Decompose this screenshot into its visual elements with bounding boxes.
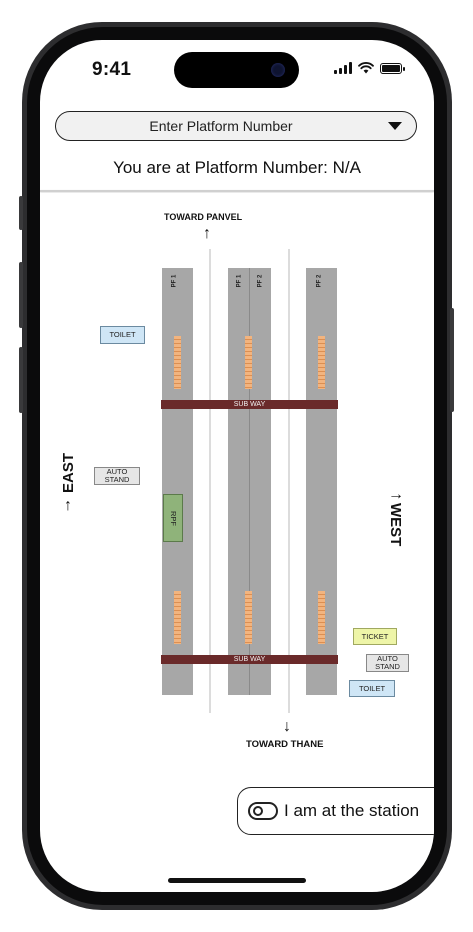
action-button	[19, 196, 23, 230]
volume-up-button	[19, 262, 23, 328]
platform-label: PF 1	[171, 274, 178, 288]
chevron-down-icon[interactable]	[388, 122, 402, 130]
staircase	[174, 591, 181, 644]
down-arrow-icon: ↓	[283, 718, 291, 735]
power-button	[450, 308, 454, 412]
toilet-west: TOILET	[349, 680, 395, 697]
platform-number-select[interactable]: Enter Platform Number	[55, 111, 417, 141]
status-icons	[334, 62, 405, 74]
signal-icon	[334, 62, 352, 74]
platform-select-placeholder: Enter Platform Number	[149, 118, 293, 134]
dynamic-island	[174, 52, 299, 88]
south-direction-label: TOWARD THANE	[246, 739, 324, 750]
platform-label: PF 2	[316, 274, 323, 288]
status-time: 9:41	[92, 59, 132, 80]
home-indicator[interactable]	[168, 878, 306, 883]
battery-icon	[380, 63, 405, 74]
staircase	[245, 591, 252, 644]
ticket-counter: TICKET	[353, 628, 397, 645]
toggle-knob	[253, 806, 263, 816]
subway-south: SUB WAY	[161, 655, 338, 664]
volume-down-button	[19, 347, 23, 413]
toggle-icon[interactable]	[248, 802, 278, 820]
staircase	[318, 591, 325, 644]
up-arrow-icon: ↑	[203, 225, 211, 242]
track-line	[209, 249, 211, 713]
track-line	[288, 249, 290, 713]
west-arrow-icon: →	[388, 486, 404, 503]
camera-icon	[271, 63, 285, 77]
at-station-toggle[interactable]: I am at the station	[237, 787, 434, 835]
rpf-office: RPF	[163, 494, 183, 542]
staircase	[318, 336, 325, 389]
station-map: TOWARD PANVEL ↑ PF 1 PF 1 PF 2 PF 2 SUB …	[40, 193, 434, 781]
west-direction: WEST	[386, 503, 404, 546]
north-direction-label: TOWARD PANVEL	[164, 212, 243, 222]
subway-north: SUB WAY	[161, 400, 338, 409]
staircase	[174, 336, 181, 389]
east-arrow-icon: ↑	[64, 497, 72, 514]
platform-label: PF 1	[236, 274, 243, 288]
auto-stand-west: AUTO STAND	[366, 654, 409, 672]
east-direction-label: EAST	[60, 452, 77, 493]
west-direction-label: WEST	[387, 503, 404, 547]
platform-label: PF 2	[257, 274, 264, 288]
toilet-east: TOILET	[100, 326, 145, 344]
staircase	[245, 336, 252, 389]
header-divider	[40, 190, 434, 192]
at-station-label: I am at the station	[284, 801, 420, 820]
wifi-icon	[358, 62, 374, 74]
app-screen: 9:41 Enter Platform Number You are at Pl…	[40, 40, 434, 892]
auto-stand-east: AUTO STAND	[94, 467, 140, 485]
east-direction: EAST	[60, 453, 77, 493]
current-platform-status: You are at Platform Number: N/A	[113, 158, 361, 177]
